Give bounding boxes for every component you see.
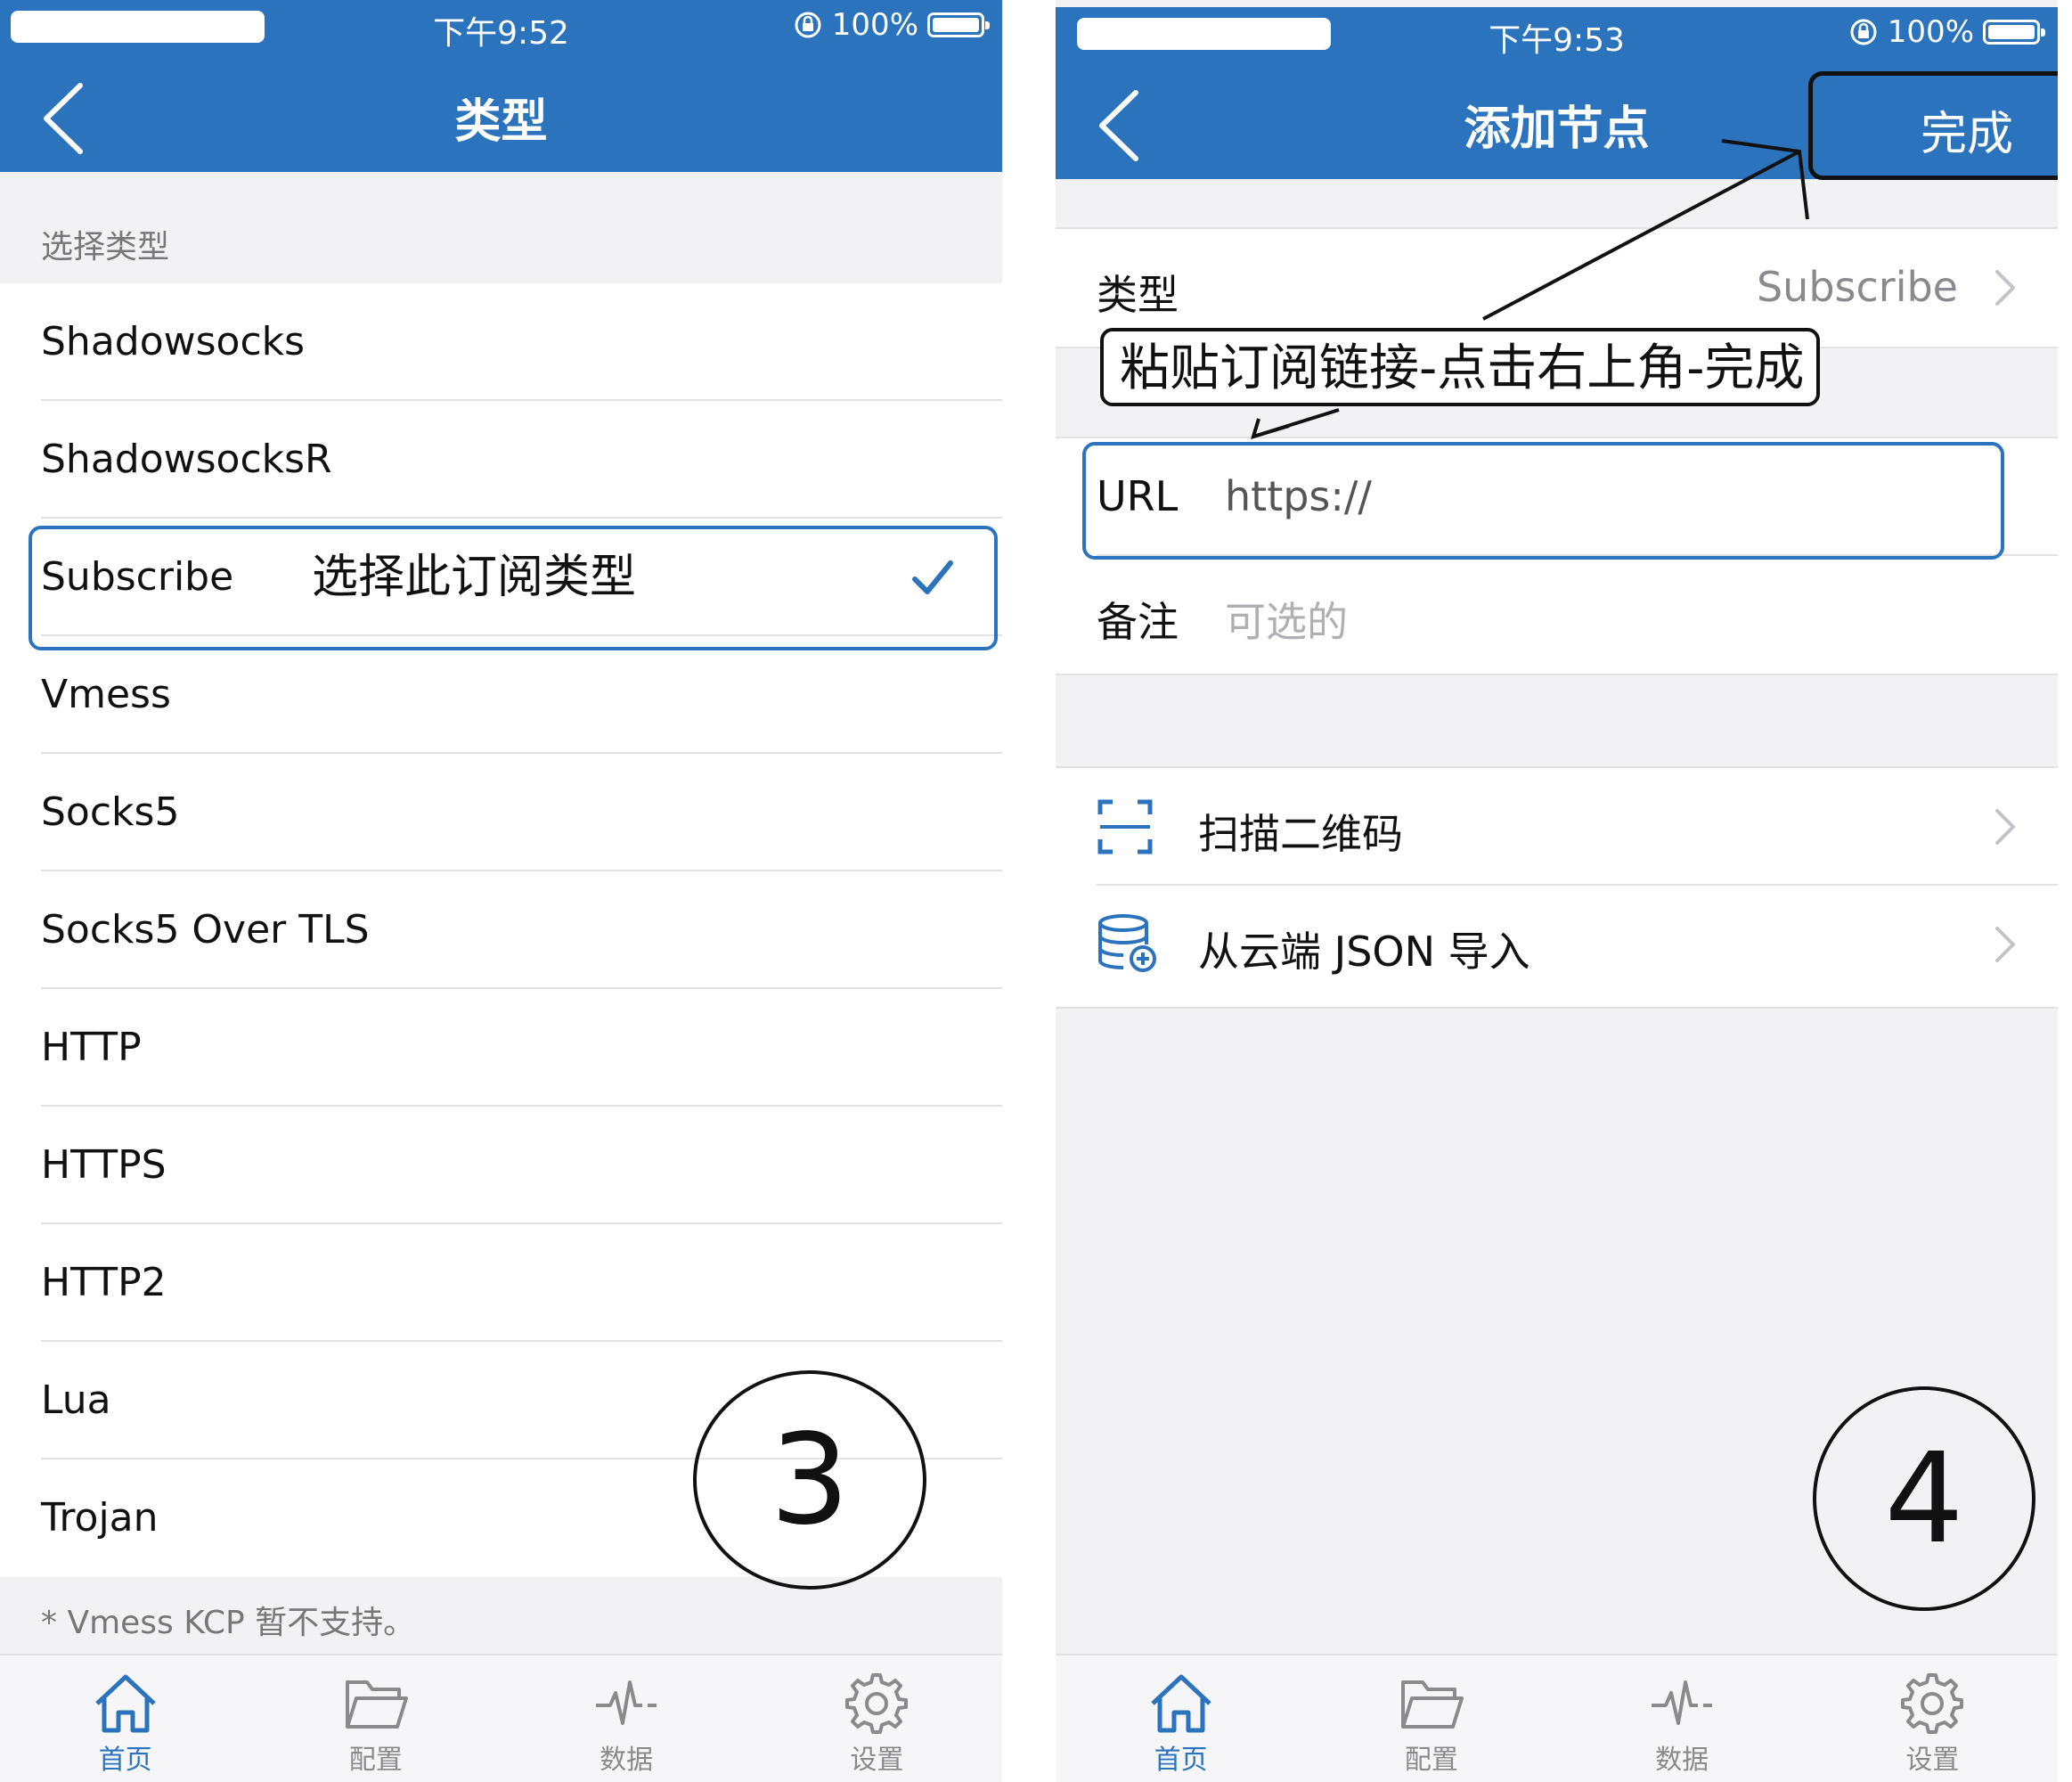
type-row-vmess[interactable]: Vmess: [0, 636, 1002, 754]
tab-settings[interactable]: 设置: [752, 1655, 1002, 1782]
tab-label: 配置: [1404, 1745, 1458, 1776]
tab-data[interactable]: 数据: [502, 1655, 752, 1782]
type-label: Vmess: [41, 672, 171, 717]
tab-label: 数据: [1655, 1745, 1709, 1776]
chevron-right-icon: [1995, 809, 2015, 845]
note-row[interactable]: 备注 可选的: [1056, 556, 2058, 674]
pulse-icon: [1652, 1680, 1713, 1725]
type-row-https[interactable]: HTTPS: [0, 1107, 1002, 1224]
tab-home[interactable]: 首页: [0, 1655, 250, 1782]
scan-qr-label: 扫描二维码: [1198, 810, 1403, 858]
section-header: 选择类型: [41, 229, 170, 266]
tab-settings[interactable]: 设置: [1807, 1655, 2058, 1782]
status-bar: 下午9:52 100%: [0, 0, 1002, 59]
import-group: 扫描二维码 从云端 JSON 导入: [1056, 766, 2058, 1009]
screen-add-node: 下午9:53 100% 添加节点 完成 类型 Subscribe URL htt…: [1056, 0, 2058, 1782]
tab-config[interactable]: 配置: [1306, 1655, 1556, 1782]
type-label: HTTP2: [41, 1260, 167, 1305]
pulse-icon: [596, 1680, 657, 1725]
type-label: Lua: [41, 1377, 111, 1423]
type-row-http2[interactable]: HTTP2: [0, 1224, 1002, 1342]
status-right: 100%: [793, 7, 990, 43]
scan-qr-row[interactable]: 扫描二维码: [1056, 768, 2058, 886]
battery-percent: 100%: [831, 7, 918, 43]
type-label: HTTPS: [41, 1142, 167, 1188]
type-label: ShadowsocksR: [41, 437, 332, 482]
home-icon: [1150, 1674, 1211, 1733]
nav-bar: 类型: [0, 59, 1002, 172]
tab-label: 首页: [98, 1745, 152, 1776]
tab-label: 配置: [348, 1745, 403, 1776]
type-row-shadowsocksr[interactable]: ShadowsocksR: [0, 401, 1002, 519]
type-label: Socks5: [41, 789, 180, 835]
type-label: Shadowsocks: [41, 319, 306, 364]
page-title: 类型: [454, 95, 548, 149]
home-icon: [94, 1674, 156, 1733]
import-json-row[interactable]: 从云端 JSON 导入: [1056, 886, 2058, 1003]
type-label: Trojan: [41, 1495, 159, 1541]
type-label: HTTP: [41, 1025, 142, 1070]
note-label: 备注: [1097, 598, 1179, 646]
footer-note: * Vmess KCP 暂不支持。: [41, 1605, 416, 1641]
qr-scan-icon: [1097, 799, 1153, 854]
tab-label: 设置: [850, 1745, 904, 1776]
annotation-highlight-box: [29, 526, 998, 650]
type-row-socks5[interactable]: Socks5: [0, 754, 1002, 871]
type-label: Socks5 Over TLS: [41, 907, 370, 952]
chevron-right-icon: [1995, 927, 2015, 962]
folder-icon: [1400, 1680, 1464, 1729]
screen-type-select: 下午9:52 100% 类型 选择类型 Shadowsocks Shadowso…: [0, 0, 1002, 1782]
annotation-arrows: [1251, 139, 1809, 439]
tab-data[interactable]: 数据: [1557, 1655, 1807, 1782]
tab-home[interactable]: 首页: [1056, 1655, 1306, 1782]
type-row-http[interactable]: HTTP: [0, 989, 1002, 1107]
folder-icon: [345, 1680, 408, 1729]
tab-label: 数据: [600, 1745, 654, 1776]
tab-bar: 首页 配置 数据 设置: [1056, 1654, 2058, 1782]
tab-config[interactable]: 配置: [250, 1655, 501, 1782]
battery-icon: [927, 12, 990, 37]
step-number-badge: 4: [1813, 1386, 2035, 1611]
tab-label: 首页: [1154, 1745, 1208, 1776]
import-json-label: 从云端 JSON 导入: [1198, 928, 1530, 976]
type-row-shadowsocks[interactable]: Shadowsocks: [0, 283, 1002, 401]
gear-icon: [845, 1673, 909, 1734]
note-field[interactable]: 可选的: [1225, 590, 1348, 649]
tab-label: 设置: [1905, 1745, 1960, 1776]
type-row-socks5-tls[interactable]: Socks5 Over TLS: [0, 871, 1002, 989]
cloud-database-icon: [1098, 914, 1156, 972]
step-number-badge: 3: [693, 1370, 926, 1590]
rotation-lock-icon: [795, 12, 821, 38]
tab-bar: 首页 配置 数据 设置: [0, 1654, 1002, 1782]
gear-icon: [1901, 1673, 1964, 1734]
